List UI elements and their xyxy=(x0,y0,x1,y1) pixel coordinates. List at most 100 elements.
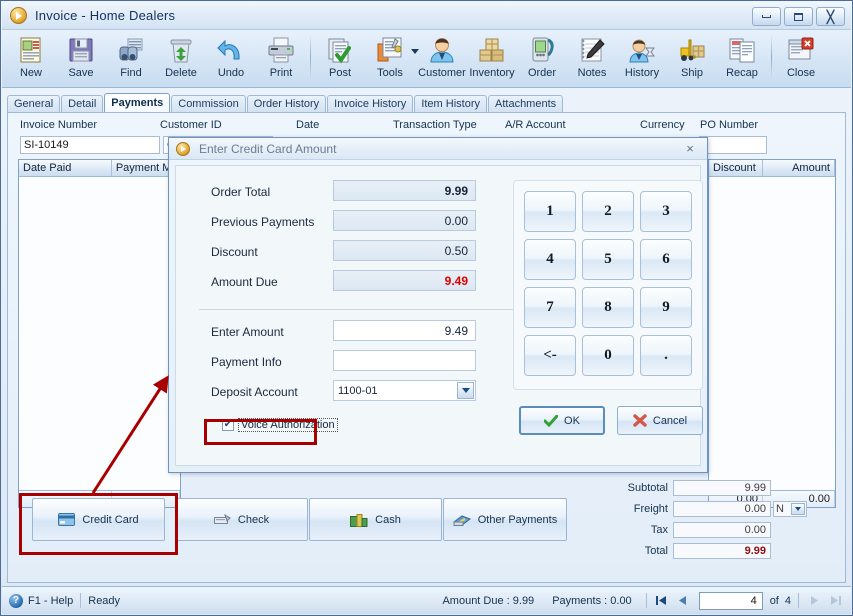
keypad-key-7[interactable]: 7 xyxy=(524,287,576,328)
page-number-input[interactable]: 4 xyxy=(698,591,763,610)
toolbar-button-order[interactable]: Order xyxy=(517,32,567,86)
keypad-key-0[interactable]: 0 xyxy=(582,335,634,376)
window-controls: ╳ xyxy=(752,7,845,26)
nav-first-icon[interactable] xyxy=(654,595,670,606)
toolbar-button-find[interactable]: Find xyxy=(106,32,156,86)
keypad-key-backspace[interactable]: <- xyxy=(524,335,576,376)
keypad-key-decimal[interactable]: . xyxy=(640,335,692,376)
subtotal-value: 9.99 xyxy=(673,480,771,496)
ok-button[interactable]: OK xyxy=(519,406,605,435)
toolbar-button-recap[interactable]: Recap xyxy=(717,32,767,86)
payments-grid-left[interactable]: Date Paid Payment M xyxy=(18,159,181,508)
column-header-amount[interactable]: Amount xyxy=(763,160,835,176)
grid-body-empty[interactable] xyxy=(19,177,180,489)
chevron-down-icon[interactable] xyxy=(791,503,805,515)
toolbar-button-delete[interactable]: Delete xyxy=(156,32,206,86)
toolbar-label: Inventory xyxy=(469,67,515,79)
freight-type-select[interactable]: N xyxy=(773,501,807,517)
status-state: Ready xyxy=(88,594,121,607)
po-number-input[interactable] xyxy=(699,136,767,154)
cancel-button[interactable]: Cancel xyxy=(617,406,703,435)
toolbar-button-new[interactable]: New xyxy=(6,32,56,86)
status-divider xyxy=(645,593,647,608)
question-circle-icon[interactable]: ? xyxy=(9,593,23,608)
other-payments-button[interactable]: Other Payments xyxy=(443,498,567,541)
toolbar-label: Close xyxy=(786,67,816,79)
keypad-key-9[interactable]: 9 xyxy=(640,287,692,328)
toolbar-label: Print xyxy=(269,67,293,79)
keypad-key-3[interactable]: 3 xyxy=(640,191,692,232)
payments-grid-right[interactable]: Discount Amount 0.00 0.00 xyxy=(708,159,836,508)
keypad-key-8[interactable]: 8 xyxy=(582,287,634,328)
deposit-account-select[interactable]: 1100-01 xyxy=(333,380,476,401)
keypad-key-5[interactable]: 5 xyxy=(582,239,634,280)
toolbar-button-save[interactable]: Save xyxy=(56,32,106,86)
tab-invoice-history[interactable]: Invoice History xyxy=(327,95,414,112)
restore-button[interactable] xyxy=(784,7,813,26)
column-header-date-paid[interactable]: Date Paid xyxy=(19,160,112,176)
forklift-icon xyxy=(676,35,708,65)
tab-commission[interactable]: Commission xyxy=(171,95,246,112)
binoculars-icon xyxy=(115,35,147,65)
play-circle-icon xyxy=(10,7,27,24)
toolbar-separator xyxy=(310,35,311,79)
checkbox-check-icon[interactable]: ✔ xyxy=(222,419,234,431)
chevron-down-icon[interactable] xyxy=(457,382,474,399)
toolbar-button-inventory[interactable]: Inventory xyxy=(467,32,517,86)
freight-value[interactable]: 0.00 xyxy=(673,501,771,517)
toolbar-label: Tools xyxy=(377,67,403,79)
enter-amount-input[interactable]: 9.49 xyxy=(333,320,476,341)
status-divider xyxy=(798,593,799,608)
tab-general[interactable]: General xyxy=(7,95,61,112)
close-button[interactable]: ╳ xyxy=(816,7,845,26)
cancel-label: Cancel xyxy=(652,414,688,427)
invoice-number-input[interactable]: SI-10149 xyxy=(20,136,160,154)
cash-button[interactable]: Cash xyxy=(309,498,442,541)
nav-last-icon xyxy=(827,595,843,606)
toolbar-button-tools[interactable]: Tools xyxy=(365,32,415,86)
toolbar-button-print[interactable]: Print xyxy=(256,32,306,86)
notepad-pen-icon xyxy=(576,35,608,65)
credit-card-button[interactable]: Credit Card xyxy=(32,498,165,541)
previous-payments-value: 0.00 xyxy=(333,210,476,231)
column-header-discount[interactable]: Discount xyxy=(709,160,763,176)
keypad-key-1[interactable]: 1 xyxy=(524,191,576,232)
toolbar-label: Find xyxy=(120,67,142,79)
toolbar-label: Undo xyxy=(217,67,245,79)
tab-label: Payments xyxy=(111,97,164,109)
keypad-key-4[interactable]: 4 xyxy=(524,239,576,280)
toolbar-button-post[interactable]: Post xyxy=(315,32,365,86)
label-invoice-number: Invoice Number xyxy=(20,119,98,131)
freight-type-value: N xyxy=(776,503,784,515)
close-window-icon xyxy=(785,35,817,65)
minimize-button[interactable] xyxy=(752,7,781,26)
toolbar-button-history[interactable]: History xyxy=(617,32,667,86)
nav-prev-icon[interactable] xyxy=(675,595,691,606)
main-toolbar: New Save Find Delete Undo Print Post Too… xyxy=(2,30,851,88)
tab-attachments[interactable]: Attachments xyxy=(488,95,564,112)
keypad-key-6[interactable]: 6 xyxy=(640,239,692,280)
payment-info-input[interactable] xyxy=(333,350,476,371)
toolbar-button-customer[interactable]: Customer xyxy=(417,32,467,86)
grid-body-empty[interactable] xyxy=(709,177,835,489)
help-hint[interactable]: F1 - Help xyxy=(28,595,73,607)
tab-detail[interactable]: Detail xyxy=(61,95,104,112)
toolbar-button-close[interactable]: Close xyxy=(776,32,826,86)
tab-item-history[interactable]: Item History xyxy=(414,95,487,112)
label-ar-account: A/R Account xyxy=(505,119,566,131)
tab-order-history[interactable]: Order History xyxy=(246,95,327,112)
dialog-close-icon[interactable]: × xyxy=(683,141,697,156)
label-subtotal: Subtotal xyxy=(627,482,668,494)
printer-icon xyxy=(265,35,297,65)
keypad-key-2[interactable]: 2 xyxy=(582,191,634,232)
toolbar-button-undo[interactable]: Undo xyxy=(206,32,256,86)
label-order-total: Order Total xyxy=(211,185,271,199)
voice-authorization-checkbox[interactable]: ✔ Voice Authorization xyxy=(222,418,338,432)
tab-label: Commission xyxy=(178,98,239,110)
toolbar-button-ship[interactable]: Ship xyxy=(667,32,717,86)
grid-header-row: Date Paid Payment M xyxy=(19,160,180,177)
toolbar-button-notes[interactable]: Notes xyxy=(567,32,617,86)
recycle-bin-icon xyxy=(165,35,197,65)
tab-payments[interactable]: Payments xyxy=(104,93,171,112)
check-button[interactable]: Check xyxy=(175,498,308,541)
